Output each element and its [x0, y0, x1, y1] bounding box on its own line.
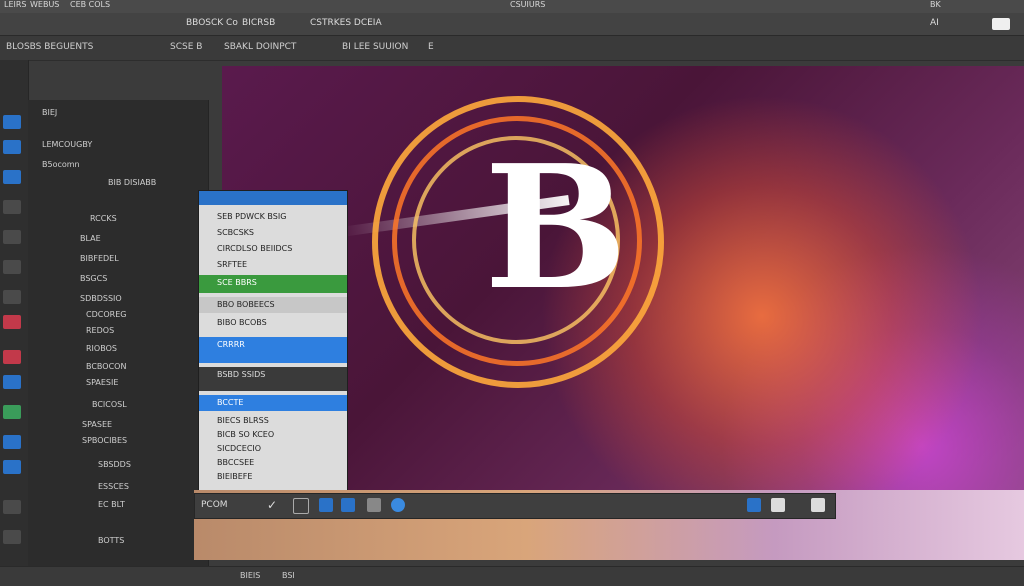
- list-item[interactable]: CRRRR: [217, 340, 245, 349]
- tab-1[interactable]: BLOSBS BEGUENTS: [6, 42, 93, 52]
- list-item[interactable]: BICB SO KCEO: [217, 430, 274, 439]
- menu-item-4[interactable]: CSUIURS: [510, 0, 545, 9]
- panel-icon[interactable]: [811, 498, 825, 512]
- option-item-3[interactable]: AI: [930, 18, 939, 28]
- tab-4[interactable]: BI LEE SUUION: [342, 42, 408, 52]
- zoom-tool-icon[interactable]: [3, 500, 21, 514]
- lasso-tool-icon[interactable]: [3, 170, 21, 184]
- hand-tool-icon[interactable]: [3, 460, 21, 474]
- list-item-selected[interactable]: SCE BBRS: [217, 278, 257, 287]
- list-item[interactable]: SCBCSKS: [217, 228, 254, 237]
- tab-5[interactable]: E: [428, 42, 434, 52]
- list-item[interactable]: BCCTE: [217, 398, 243, 407]
- layer-row[interactable]: BCBOCON: [86, 362, 126, 371]
- options-title: CSTRKES DCEIA: [310, 18, 382, 28]
- layer-row[interactable]: SPBOCIBES: [82, 436, 127, 445]
- mask-icon[interactable]: [367, 498, 381, 512]
- canvas-toolbar: PCOM ✓: [194, 493, 836, 519]
- menu-bar: LEIRS WEBUS CEB COLS CSUIURS BK: [0, 0, 1024, 14]
- layer-icon[interactable]: [319, 498, 333, 512]
- list-item[interactable]: BIECS BLRSS: [217, 416, 269, 425]
- layer-row[interactable]: BSGCS: [80, 274, 107, 283]
- floating-panel-header[interactable]: [199, 191, 347, 205]
- tab-2[interactable]: SCSE B: [170, 42, 202, 52]
- pen-tool-icon[interactable]: [3, 375, 21, 389]
- list-item[interactable]: SICDCECIO: [217, 444, 261, 453]
- window-button[interactable]: [992, 18, 1010, 30]
- list-item[interactable]: BIBO BCOBS: [217, 318, 267, 327]
- eyedropper-tool-icon[interactable]: [3, 230, 21, 244]
- layer-row[interactable]: BLAE: [80, 234, 101, 243]
- globe-icon[interactable]: [391, 498, 405, 512]
- layer-row[interactable]: BOTTS: [98, 536, 124, 545]
- list-item[interactable]: BSBD SSIDS: [217, 370, 265, 379]
- menu-item-2[interactable]: WEBUS: [30, 0, 59, 9]
- menu-item-1[interactable]: LEIRS: [4, 0, 27, 9]
- layer-row[interactable]: SPASEE: [82, 420, 112, 429]
- menu-right-label[interactable]: BK: [930, 0, 941, 9]
- layer-row[interactable]: BCICOSL: [92, 400, 127, 409]
- layer-row[interactable]: RIOBOS: [86, 344, 117, 353]
- grid-icon[interactable]: [341, 498, 355, 512]
- option-item-2[interactable]: BICRSB: [242, 18, 275, 28]
- menu-item-3[interactable]: CEB COLS: [70, 0, 110, 9]
- status-text-2: BSI: [282, 571, 295, 580]
- layer-row[interactable]: EC BLT: [98, 500, 125, 509]
- panel-subtitle: LEMCOUGBY: [42, 140, 93, 149]
- brush-tool-icon[interactable]: [3, 260, 21, 274]
- floating-list-panel: SEB PDWCK BSIG SCBCSKS CIRCDLSO BEIIDCS …: [198, 190, 348, 494]
- color-swatch-icon[interactable]: [3, 530, 21, 544]
- layer-row[interactable]: BIBFEDEL: [80, 254, 119, 263]
- panel-field-label[interactable]: BIB DISIABB: [108, 178, 156, 187]
- option-item-1[interactable]: BBOSCK Co: [186, 18, 238, 28]
- status-bar: BIEIS BSI: [0, 566, 1024, 586]
- list-item[interactable]: SRFTEE: [217, 260, 247, 269]
- layer-row[interactable]: RCCKS: [90, 214, 117, 223]
- text-tool-icon[interactable]: [3, 405, 21, 419]
- options-bar: BBOSCK Co BICRSB CSTRKES DCEIA AI: [0, 13, 1024, 36]
- status-text-1: BIEIS: [240, 571, 261, 580]
- document-tab-bar: BLOSBS BEGUENTS SCSE B SBAKL DOINPCT BI …: [0, 36, 1024, 61]
- layer-row[interactable]: CDCOREG: [86, 310, 126, 319]
- move-tool-icon[interactable]: [3, 115, 21, 129]
- list-item[interactable]: BBO BOBEECS: [217, 300, 275, 309]
- layer-row[interactable]: ESSCES: [98, 482, 129, 491]
- layer-row[interactable]: SBSDDS: [98, 460, 131, 469]
- list-item: SEB PDWCK BSIG: [217, 212, 287, 221]
- layers-panel: BIEJ LEMCOUGBY B5ocomn BIB DISIABB RCCKS…: [28, 100, 209, 585]
- tools-panel: [0, 60, 29, 585]
- eraser-tool-icon[interactable]: [3, 315, 21, 329]
- crop-tool-icon[interactable]: [3, 200, 21, 214]
- canvas-toolbar-label[interactable]: PCOM: [201, 500, 228, 510]
- shape-tool-icon[interactable]: [3, 435, 21, 449]
- panel-title: BIEJ: [42, 108, 58, 117]
- layer-row[interactable]: REDOS: [86, 326, 114, 335]
- document-icon[interactable]: [771, 498, 785, 512]
- gradient-tool-icon[interactable]: [3, 350, 21, 364]
- clone-tool-icon[interactable]: [3, 290, 21, 304]
- export-icon[interactable]: [747, 498, 761, 512]
- list-item[interactable]: BIEIBEFE: [217, 472, 252, 481]
- layer-row[interactable]: SDBDSSIO: [80, 294, 122, 303]
- logo-letter: B: [484, 128, 628, 328]
- frame-icon[interactable]: [293, 498, 309, 514]
- list-item[interactable]: BBCCSEE: [217, 458, 254, 467]
- list-item[interactable]: CIRCDLSO BEIIDCS: [217, 244, 292, 253]
- panel-section: B5ocomn: [42, 160, 80, 169]
- select-tool-icon[interactable]: [3, 140, 21, 154]
- tab-3[interactable]: SBAKL DOINPCT: [224, 42, 296, 52]
- check-icon[interactable]: ✓: [267, 498, 281, 512]
- layer-row[interactable]: SPAESIE: [86, 378, 118, 387]
